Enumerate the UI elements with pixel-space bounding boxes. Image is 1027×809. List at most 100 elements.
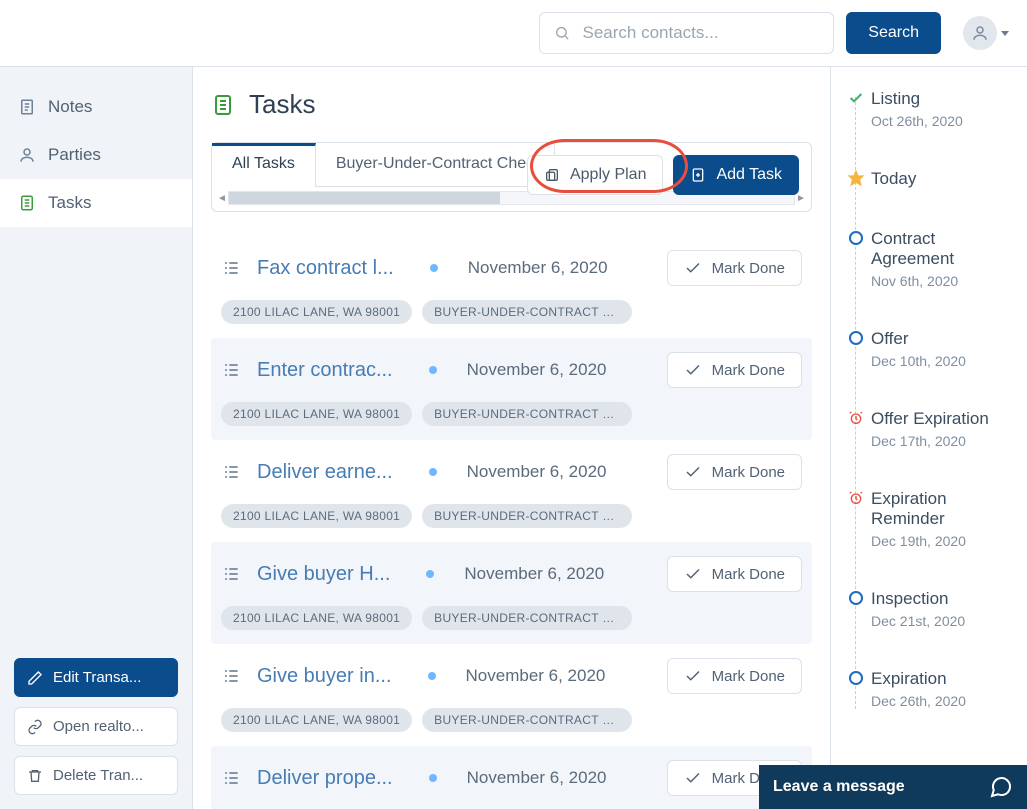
tab-buyer-under-contract-chec[interactable]: Buyer-Under-Contract Chec <box>316 143 555 187</box>
apply-plan-label: Apply Plan <box>570 166 647 184</box>
sidebar-item-parties[interactable]: Parties <box>0 131 192 179</box>
task-status-dot <box>428 672 436 680</box>
mark-done-label: Mark Done <box>712 260 785 277</box>
add-task-button[interactable]: Add Task <box>673 155 799 195</box>
task-title[interactable]: Fax contract l... <box>257 257 394 280</box>
task-status-dot <box>426 570 434 578</box>
trash-icon <box>27 768 43 784</box>
check-icon <box>684 769 702 787</box>
main-panel: Tasks All TasksBuyer-Under-Contract Chec… <box>193 67 830 809</box>
check-icon <box>684 361 702 379</box>
timeline-item[interactable]: Expiration ReminderDec 19th, 2020 <box>871 489 1015 549</box>
task-date: November 6, 2020 <box>467 768 607 788</box>
edit-transaction-label: Edit Transa... <box>53 669 141 686</box>
task-title[interactable]: Give buyer in... <box>257 665 392 688</box>
task-plan-badge[interactable]: BUYER-UNDER-CONTRACT CHEC... <box>422 708 632 732</box>
user-avatar <box>963 16 997 50</box>
timeline-open-icon <box>847 229 865 247</box>
chat-label: Leave a message <box>773 778 905 796</box>
notes-icon <box>18 98 36 116</box>
tasks-header-icon <box>211 93 235 117</box>
timeline-open-icon <box>847 329 865 347</box>
timeline-check-icon <box>847 89 865 107</box>
task-address-badge[interactable]: 2100 LILAC LANE, WA 98001 <box>221 402 412 426</box>
mark-done-button[interactable]: Mark Done <box>667 454 802 490</box>
mark-done-button[interactable]: Mark Done <box>667 658 802 694</box>
timeline-title: Expiration <box>871 669 1015 689</box>
add-task-label: Add Task <box>716 166 782 184</box>
task-row: Deliver earne...November 6, 2020Mark Don… <box>211 440 812 542</box>
sidebar-item-label: Parties <box>48 145 101 165</box>
task-plan-badge[interactable]: BUYER-UNDER-CONTRACT CHEC... <box>422 402 632 426</box>
task-title[interactable]: Deliver prope... <box>257 767 393 790</box>
timeline-date: Dec 21st, 2020 <box>871 613 1015 629</box>
mark-done-button[interactable]: Mark Done <box>667 352 802 388</box>
tabs-bar: All TasksBuyer-Under-Contract Chec ◄ ► A… <box>211 142 812 212</box>
task-date: November 6, 2020 <box>467 360 607 380</box>
task-plan-badge[interactable]: BUYER-UNDER-CONTRACT CHEC... <box>422 300 632 324</box>
open-realtor-label: Open realto... <box>53 718 144 735</box>
mark-done-label: Mark Done <box>712 566 785 583</box>
mark-done-button[interactable]: Mark Done <box>667 250 802 286</box>
timeline-item[interactable]: Today <box>871 169 1015 189</box>
delete-transaction-label: Delete Tran... <box>53 767 143 784</box>
apply-plan-button[interactable]: Apply Plan <box>527 155 664 195</box>
scroll-thumb[interactable] <box>229 192 500 204</box>
task-row: Deliver prope...November 6, 2020Mark Don… <box>211 746 812 809</box>
task-address-badge[interactable]: 2100 LILAC LANE, WA 98001 <box>221 606 412 630</box>
task-plan-badge[interactable]: BUYER-UNDER-CONTRACT CHEC... <box>422 504 632 528</box>
search-input[interactable] <box>580 22 819 44</box>
task-icon <box>221 462 241 482</box>
timeline-title: Offer <box>871 329 1015 349</box>
timeline-item[interactable]: Contract AgreementNov 6th, 2020 <box>871 229 1015 289</box>
task-status-dot <box>429 774 437 782</box>
task-address-badge[interactable]: 2100 LILAC LANE, WA 98001 <box>221 708 412 732</box>
task-title[interactable]: Enter contrac... <box>257 359 393 382</box>
timeline-date: Dec 10th, 2020 <box>871 353 1015 369</box>
task-icon <box>221 768 241 788</box>
mark-done-label: Mark Done <box>712 668 785 685</box>
link-icon <box>27 719 43 735</box>
timeline-title: Inspection <box>871 589 1015 609</box>
task-address-badge[interactable]: 2100 LILAC LANE, WA 98001 <box>221 300 412 324</box>
task-icon <box>221 666 241 686</box>
task-date: November 6, 2020 <box>468 258 608 278</box>
task-plan-badge[interactable]: BUYER-UNDER-CONTRACT CHEC... <box>422 606 632 630</box>
sidebar-item-tasks[interactable]: Tasks <box>0 179 192 227</box>
timeline-item[interactable]: Offer ExpirationDec 17th, 2020 <box>871 409 1015 449</box>
timeline-item[interactable]: Offer Dec 10th, 2020 <box>871 329 1015 369</box>
mark-done-button[interactable]: Mark Done <box>667 556 802 592</box>
sidebar-item-label: Notes <box>48 97 92 117</box>
timeline-open-icon <box>847 589 865 607</box>
timeline-item[interactable]: Expiration Dec 26th, 2020 <box>871 669 1015 709</box>
timeline-item[interactable]: ListingOct 26th, 2020 <box>871 89 1015 129</box>
task-date: November 6, 2020 <box>464 564 604 584</box>
sidebar-actions: Edit Transa... Open realto... Delete Tra… <box>0 644 192 809</box>
task-icon <box>221 564 241 584</box>
timeline-item[interactable]: Inspection Dec 21st, 2020 <box>871 589 1015 629</box>
user-menu[interactable] <box>963 16 1009 50</box>
search-button[interactable]: Search <box>846 12 941 54</box>
timeline-title: Expiration Reminder <box>871 489 1015 529</box>
chevron-down-icon <box>1001 31 1009 36</box>
scroll-left-icon[interactable]: ◄ <box>216 193 228 204</box>
chat-widget[interactable]: Leave a message <box>759 765 1027 809</box>
timeline-star-icon <box>847 169 865 187</box>
task-address-badge[interactable]: 2100 LILAC LANE, WA 98001 <box>221 504 412 528</box>
timeline-axis <box>855 97 856 709</box>
task-row: Give buyer H... November 6, 2020 Mark Done… <box>211 542 812 644</box>
search-field-wrap[interactable] <box>539 12 834 54</box>
timeline-title: Listing <box>871 89 1015 109</box>
task-status-dot <box>429 366 437 374</box>
delete-transaction-button[interactable]: Delete Tran... <box>14 756 178 795</box>
edit-transaction-button[interactable]: Edit Transa... <box>14 658 178 697</box>
open-realtor-button[interactable]: Open realto... <box>14 707 178 746</box>
task-title[interactable]: Give buyer H... <box>257 563 390 586</box>
task-row: Fax contract l... November 6, 2020 Mark Do… <box>211 236 812 338</box>
timeline-date: Dec 26th, 2020 <box>871 693 1015 709</box>
sidebar-item-notes[interactable]: Notes <box>0 83 192 131</box>
timeline-alarm-icon <box>847 489 865 507</box>
task-title[interactable]: Deliver earne... <box>257 461 393 484</box>
tab-all-tasks[interactable]: All Tasks <box>212 143 316 187</box>
sidebar: Notes Parties Tasks Edit Transa... Open re… <box>0 67 193 809</box>
